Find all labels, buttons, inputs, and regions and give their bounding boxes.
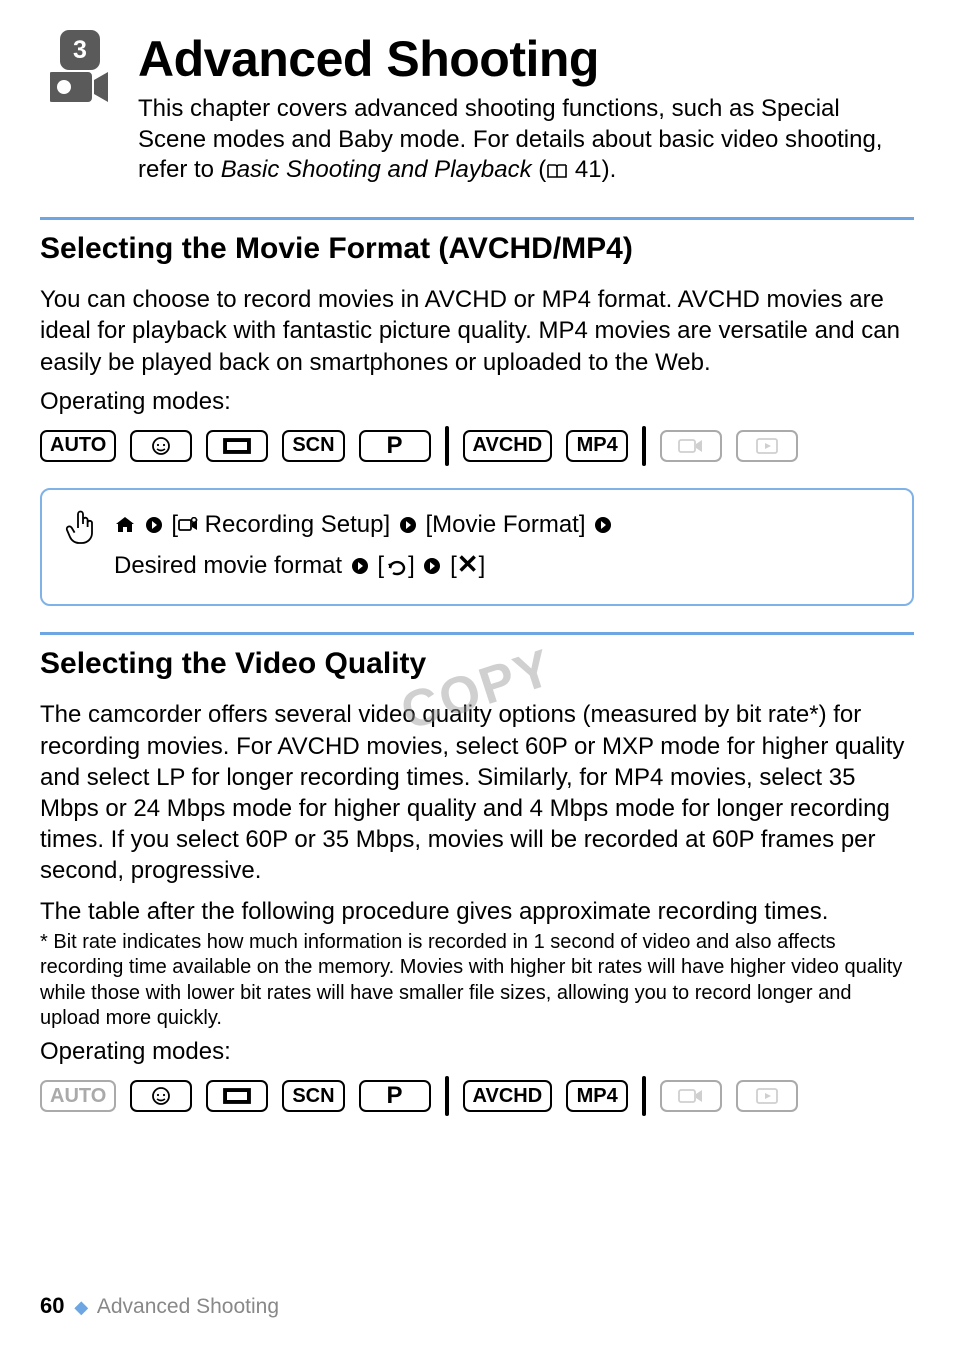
mode-play-dimmed	[736, 1080, 798, 1112]
return-icon	[384, 552, 408, 587]
mode-mp4: MP4	[566, 1080, 628, 1112]
mode-cinema	[206, 1080, 268, 1112]
section1-body: You can choose to record movies in AVCHD…	[40, 284, 914, 378]
mode-row-1: AUTO SCN P AVCHD MP4	[40, 426, 914, 466]
mode-auto-dimmed: AUTO	[40, 1080, 116, 1112]
page-ref-icon	[546, 158, 568, 189]
home-icon	[114, 511, 136, 546]
page-footer: 60 ◆ Advanced Shooting	[40, 1293, 279, 1319]
instruction-content: [ Recording Setup] [Movie Format] Desire…	[114, 508, 614, 587]
footer-crumb: Advanced Shooting	[97, 1295, 279, 1318]
intro-text-openparen: (	[532, 156, 547, 183]
mode-movie-dimmed	[660, 1080, 722, 1112]
back-bracket-close: ]	[408, 552, 415, 579]
mode-p-label: P	[387, 1082, 403, 1110]
close-bracket-open: [	[450, 552, 457, 579]
mode-baby	[130, 430, 192, 462]
section-rule	[40, 217, 914, 220]
mode-scn: SCN	[282, 430, 344, 462]
operating-modes-label-2: Operating modes:	[40, 1038, 914, 1066]
intro-text-ref-title: Basic Shooting and Playback	[221, 156, 532, 183]
chapter-title: Advanced Shooting	[138, 30, 914, 88]
chapter-badge: 3	[40, 30, 120, 110]
mode-scn: SCN	[282, 1080, 344, 1112]
mode-row-2: AUTO SCN P AVCHD MP4	[40, 1076, 914, 1116]
diamond-separator: ◆	[74, 1297, 88, 1317]
intro-text-refnum: 41).	[568, 156, 616, 183]
mode-mp4: MP4	[566, 430, 628, 462]
mode-avchd: AVCHD	[463, 1080, 553, 1112]
desired-format-label: Desired movie format	[114, 552, 349, 579]
section1-title: Selecting the Movie Format (AVCHD/MP4)	[40, 232, 914, 266]
footnote-mark: *	[40, 931, 48, 953]
instruction-box: [ Recording Setup] [Movie Format] Desire…	[40, 488, 914, 607]
camcorder-icon	[50, 64, 110, 110]
mode-baby	[130, 1080, 192, 1112]
movie-format-label: [Movie Format]	[425, 511, 585, 538]
mode-p: P	[359, 1080, 431, 1112]
section2-body2: The table after the following procedure …	[40, 896, 914, 927]
operating-modes-label: Operating modes:	[40, 388, 914, 416]
footnote-body: Bit rate indicates how much information …	[40, 931, 902, 1030]
section2-body1: The camcorder offers several video quali…	[40, 699, 914, 886]
mode-cinema	[206, 430, 268, 462]
recording-setup-icon	[178, 511, 198, 546]
chapter-intro: This chapter covers advanced shooting fu…	[138, 94, 914, 189]
mode-p: P	[359, 430, 431, 462]
section-rule	[40, 632, 914, 635]
chevron-right-icon	[351, 551, 369, 586]
recording-setup-label: Recording Setup]	[198, 511, 390, 538]
mode-play-dimmed	[736, 430, 798, 462]
touch-hand-icon	[64, 508, 98, 557]
mode-separator	[642, 1076, 646, 1116]
close-bracket-close: ]	[479, 552, 486, 579]
mode-avchd: AVCHD	[463, 430, 553, 462]
close-icon: ✕	[457, 549, 479, 579]
mode-separator	[445, 426, 449, 466]
chevron-right-icon	[594, 510, 612, 545]
chevron-right-icon	[399, 510, 417, 545]
chevron-right-icon	[145, 510, 163, 545]
mode-auto: AUTO	[40, 430, 116, 462]
mode-movie-dimmed	[660, 430, 722, 462]
chapter-number: 3	[60, 30, 100, 70]
mode-separator	[642, 426, 646, 466]
back-bracket-open: [	[377, 552, 384, 579]
mode-p-label: P	[387, 432, 403, 460]
section2-title: Selecting the Video Quality	[40, 647, 914, 681]
page-number: 60	[40, 1293, 64, 1318]
mode-separator	[445, 1076, 449, 1116]
chevron-right-icon	[423, 551, 441, 586]
chapter-header: 3 Advanced Shooting This chapter covers …	[40, 30, 914, 189]
section2-footnote: * Bit rate indicates how much informatio…	[40, 930, 914, 1032]
